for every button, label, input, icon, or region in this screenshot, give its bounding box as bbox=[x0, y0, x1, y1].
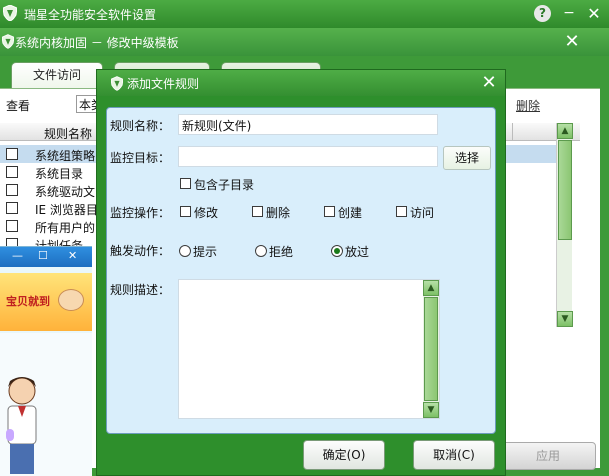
row-checkbox[interactable] bbox=[6, 184, 18, 196]
rising-shield-icon bbox=[2, 34, 14, 49]
chat-banner-text: 宝贝就到 bbox=[6, 295, 50, 308]
row-label: 所有用户的 bbox=[35, 221, 96, 235]
description-scrollbar[interactable]: ▲ ▼ bbox=[423, 280, 439, 418]
main-close-button[interactable]: ✕ bbox=[586, 4, 602, 23]
op-delete-checkbox[interactable] bbox=[252, 206, 263, 217]
chat-minimize-icon[interactable]: — bbox=[12, 249, 23, 262]
trigger-action-label: 触发动作： bbox=[110, 244, 171, 258]
select-target-button[interactable]: 选择 bbox=[443, 146, 491, 170]
trigger-deny-radio[interactable] bbox=[255, 245, 267, 257]
dialog-close-button[interactable]: ✕ bbox=[480, 72, 498, 93]
ok-button[interactable]: 确定(O) bbox=[303, 440, 385, 470]
rule-description-textarea[interactable]: ▲ ▼ bbox=[178, 279, 440, 419]
sub-window-title: 系统内核加固 － 修改中级模板 bbox=[15, 36, 179, 50]
scroll-thumb[interactable] bbox=[558, 140, 572, 240]
scroll-down-icon[interactable]: ▼ bbox=[557, 311, 573, 327]
row-label: 系统目录 bbox=[35, 167, 84, 181]
trigger-prompt-radio[interactable] bbox=[179, 245, 191, 257]
monitor-target-label: 监控目标： bbox=[110, 151, 171, 165]
rising-shield-icon bbox=[111, 76, 123, 91]
row-label: 系统驱动文 bbox=[35, 185, 96, 199]
scroll-thumb[interactable] bbox=[424, 297, 438, 401]
tab-file-access[interactable]: 文件访问 bbox=[11, 62, 103, 90]
dialog-form-panel: 规则名称： 新规则(文件) 监控目标： 选择 包含子目录 监控操作： 修改 删除… bbox=[106, 107, 496, 434]
chat-maximize-icon[interactable]: ☐ bbox=[38, 249, 48, 262]
add-file-rule-dialog: 添加文件规则 ✕ 规则名称： 新规则(文件) 监控目标： 选择 包含子目录 监控… bbox=[96, 69, 506, 476]
gem-icon bbox=[6, 429, 14, 441]
trigger-deny-label: 拒绝 bbox=[269, 245, 294, 259]
help-button[interactable]: ? bbox=[534, 5, 551, 22]
main-title-bar: 瑞星全功能安全软件设置 ? − ✕ bbox=[0, 0, 609, 28]
trigger-allow-label: 放过 bbox=[345, 245, 370, 259]
chat-body bbox=[0, 333, 92, 476]
rising-shield-icon bbox=[3, 5, 17, 21]
include-subdir-label: 包含子目录 bbox=[194, 178, 255, 192]
apply-button[interactable]: 应用 bbox=[500, 442, 596, 470]
op-create-checkbox[interactable] bbox=[324, 206, 335, 217]
trigger-prompt-label: 提示 bbox=[193, 245, 218, 259]
monitor-ops-label: 监控操作： bbox=[110, 206, 171, 220]
row-label: IE 浏览器目 bbox=[35, 203, 98, 217]
chat-title-bar: — ☐ ✕ bbox=[0, 247, 92, 267]
include-subdir-checkbox[interactable] bbox=[180, 178, 191, 189]
avatar-figure-icon bbox=[7, 377, 37, 474]
op-delete-label: 删除 bbox=[266, 206, 291, 220]
sub-close-button[interactable]: ✕ bbox=[563, 31, 581, 52]
dialog-title: 添加文件规则 bbox=[127, 77, 200, 91]
delete-link[interactable]: 删除 bbox=[516, 97, 540, 114]
rule-name-label: 规则名称： bbox=[110, 119, 171, 133]
rule-name-input[interactable]: 新规则(文件) bbox=[178, 114, 438, 135]
row-checkbox[interactable] bbox=[6, 220, 18, 232]
mascot-face-icon bbox=[58, 289, 84, 311]
scroll-down-icon[interactable]: ▼ bbox=[423, 402, 439, 418]
column-header-rule-name[interactable]: 规则名称 bbox=[44, 125, 92, 142]
scroll-up-icon[interactable]: ▲ bbox=[557, 123, 573, 139]
sub-title-bar: 系统内核加固 － 修改中级模板 ✕ bbox=[0, 28, 609, 56]
rules-list-scrollbar[interactable]: ▲ ▼ bbox=[556, 123, 573, 327]
op-create-label: 创建 bbox=[338, 206, 363, 220]
rule-description-label: 规则描述： bbox=[110, 283, 171, 297]
view-label: 查看 bbox=[6, 99, 31, 113]
op-access-checkbox[interactable] bbox=[396, 206, 407, 217]
minimize-button[interactable]: − bbox=[562, 5, 576, 22]
op-access-label: 访问 bbox=[410, 206, 435, 220]
scroll-up-icon[interactable]: ▲ bbox=[423, 280, 439, 296]
main-window-title: 瑞星全功能安全软件设置 bbox=[24, 8, 157, 22]
column-divider[interactable] bbox=[512, 123, 513, 141]
cancel-button[interactable]: 取消(C) bbox=[413, 440, 495, 470]
row-label: 系统组策略 bbox=[35, 149, 96, 163]
monitor-target-input[interactable] bbox=[178, 146, 438, 167]
op-modify-checkbox[interactable] bbox=[180, 206, 191, 217]
chat-banner-ad[interactable]: 宝贝就到 bbox=[0, 273, 92, 331]
row-checkbox[interactable] bbox=[6, 166, 18, 178]
chat-close-icon[interactable]: ✕ bbox=[68, 249, 77, 262]
chat-window-fragment: — ☐ ✕ 宝贝就到 bbox=[0, 246, 92, 476]
trigger-allow-radio[interactable] bbox=[331, 245, 343, 257]
dialog-title-bar: 添加文件规则 ✕ bbox=[97, 70, 505, 96]
row-checkbox[interactable] bbox=[6, 148, 18, 160]
row-checkbox[interactable] bbox=[6, 202, 18, 214]
op-modify-label: 修改 bbox=[194, 206, 219, 220]
